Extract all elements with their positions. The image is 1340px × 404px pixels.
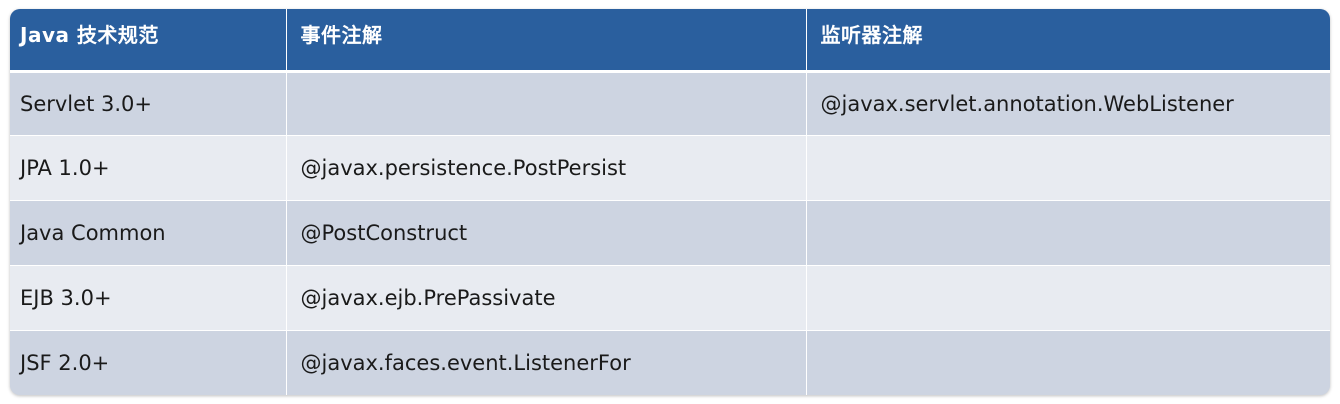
table-row: JSF 2.0+ @javax.faces.event.ListenerFor <box>10 330 1330 395</box>
table-row: EJB 3.0+ @javax.ejb.PrePassivate <box>10 265 1330 331</box>
cell-event-annotation <box>286 71 807 137</box>
cell-event-annotation: @javax.persistence.PostPersist <box>286 135 807 202</box>
annotation-table-grid: Java 技术规范 事件注解 监听器注解 Servlet 3.0+ @javax… <box>10 9 1330 395</box>
cell-java-spec: Java Common <box>10 200 287 266</box>
cell-listener-annotation <box>806 330 1330 395</box>
header-java-spec: Java 技术规范 <box>10 9 287 73</box>
annotation-table: Java 技术规范 事件注解 监听器注解 Servlet 3.0+ @javax… <box>10 9 1330 395</box>
cell-event-annotation: @javax.ejb.PrePassivate <box>286 265 807 331</box>
table-row: Servlet 3.0+ @javax.servlet.annotation.W… <box>10 71 1330 137</box>
cell-event-annotation: @javax.faces.event.ListenerFor <box>286 330 807 395</box>
table-row: Java Common @PostConstruct <box>10 200 1330 266</box>
cell-java-spec: EJB 3.0+ <box>10 265 287 331</box>
cell-listener-annotation: @javax.servlet.annotation.WebListener <box>806 71 1330 137</box>
cell-listener-annotation <box>806 200 1330 266</box>
header-listener-annotation: 监听器注解 <box>806 9 1330 73</box>
cell-listener-annotation <box>806 265 1330 331</box>
cell-java-spec: JPA 1.0+ <box>10 135 287 202</box>
cell-listener-annotation <box>806 135 1330 202</box>
table-header-row: Java 技术规范 事件注解 监听器注解 <box>10 9 1330 73</box>
cell-java-spec: Servlet 3.0+ <box>10 71 287 137</box>
table-row: JPA 1.0+ @javax.persistence.PostPersist <box>10 135 1330 202</box>
cell-event-annotation: @PostConstruct <box>286 200 807 266</box>
header-event-annotation: 事件注解 <box>286 9 807 73</box>
cell-java-spec: JSF 2.0+ <box>10 330 287 395</box>
